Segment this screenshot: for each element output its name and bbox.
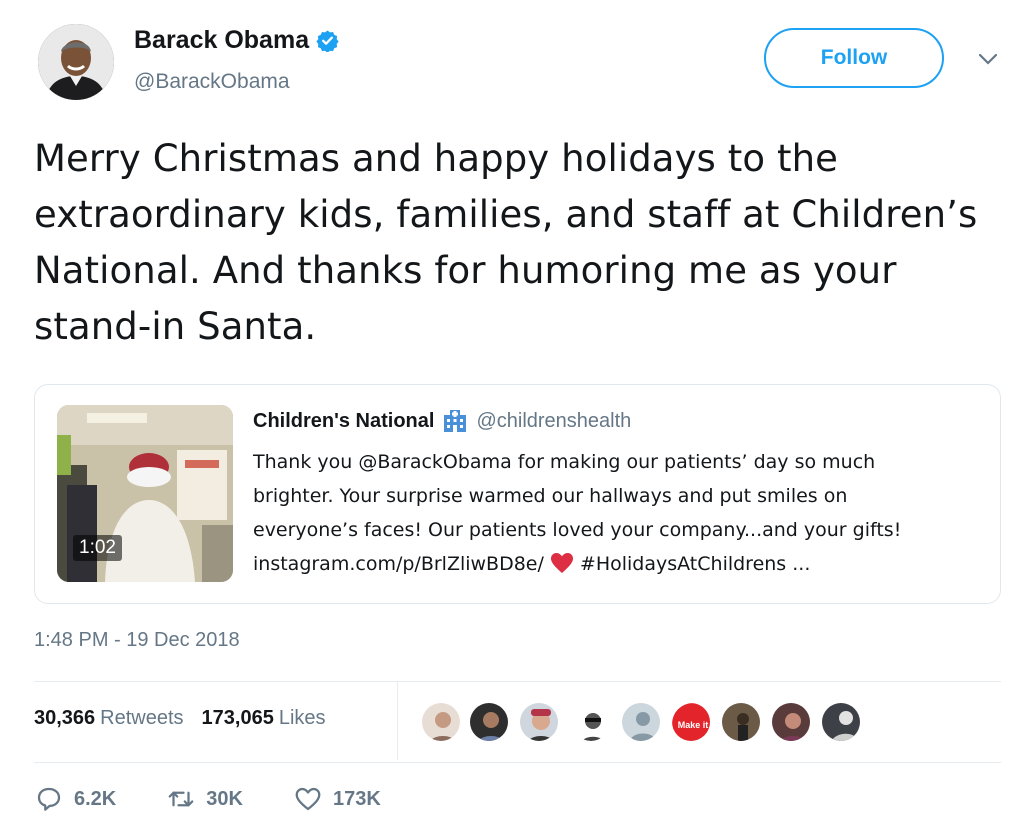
chevron-down-icon[interactable]	[976, 50, 1000, 68]
divider	[34, 762, 1001, 763]
reply-icon	[37, 787, 61, 811]
liker-avatar[interactable]	[518, 701, 560, 743]
retweet-count[interactable]: 30,366	[34, 707, 95, 730]
like-action-count: 173K	[332, 787, 381, 810]
quoted-name[interactable]: Children's National	[253, 410, 434, 433]
quoted-hashtag[interactable]: #HolidaysAtChildrens ...	[580, 553, 810, 575]
reply-button[interactable]: 6.2K	[34, 784, 116, 814]
like-label[interactable]: Likes	[279, 707, 326, 730]
liker-avatar[interactable]	[720, 701, 762, 743]
author-avatar[interactable]	[38, 24, 114, 100]
liker-avatar[interactable]	[620, 701, 662, 743]
quoted-tweet[interactable]: 1:02 Children's National @childrenshealt…	[34, 384, 1001, 604]
liker-avatar[interactable]	[820, 701, 862, 743]
video-duration: 1:02	[73, 535, 122, 561]
tweet-timestamp[interactable]: 1:48 PM - 19 Dec 2018	[34, 629, 240, 652]
svg-text:Make it: Make it	[678, 720, 709, 730]
quoted-line: brighter. Your surprise warmed our hallw…	[253, 485, 848, 507]
quoted-handle[interactable]: @childrenshealth	[476, 410, 631, 433]
red-heart-icon	[550, 553, 573, 573]
author-name-row: Barack Obama	[134, 26, 339, 55]
video-thumbnail[interactable]: 1:02	[57, 405, 233, 582]
divider	[34, 681, 1001, 682]
retweet-icon	[168, 791, 194, 807]
quoted-line: everyone’s faces! Our patients loved you…	[253, 519, 902, 541]
quoted-body: Thank you @BarackObama for making our pa…	[253, 445, 993, 581]
quoted-link[interactable]: instagram.com/p/BrlZliwBD8e/	[253, 553, 544, 575]
like-count[interactable]: 173,065	[202, 707, 274, 730]
retweet-button[interactable]: 30K	[166, 784, 243, 814]
liker-avatar[interactable]	[570, 701, 612, 743]
follow-button[interactable]: Follow	[764, 28, 944, 88]
liker-avatar[interactable]	[770, 701, 812, 743]
heart-icon	[295, 787, 321, 811]
author-handle[interactable]: @BarackObama	[134, 70, 290, 94]
quoted-header: Children's National @childrenshealth	[253, 409, 631, 433]
author-name[interactable]: Barack Obama	[134, 26, 309, 55]
quoted-last-line: instagram.com/p/BrlZliwBD8e/ #HolidaysAtC…	[253, 547, 993, 581]
tweet-text: Merry Christmas and happy holidays to th…	[34, 137, 978, 348]
liker-avatar[interactable]	[420, 701, 462, 743]
stats-separator	[397, 682, 398, 760]
retweet-label[interactable]: Retweets	[100, 707, 183, 730]
liker-avatar[interactable]: Make it	[670, 701, 712, 743]
retweet-action-count: 30K	[206, 787, 243, 810]
like-button[interactable]: 173K	[293, 784, 381, 814]
hospital-icon	[444, 410, 467, 432]
liker-avatar[interactable]	[468, 701, 510, 743]
engagement-stats: 30,366 Retweets 173,065 Likes	[34, 707, 344, 730]
tweet-actions: 6.2K 30K 173K	[34, 784, 431, 814]
reply-count: 6.2K	[74, 787, 117, 810]
tweet-header: Barack Obama @BarackObama Follow	[38, 22, 998, 106]
quoted-line: Thank you @BarackObama for making our pa…	[253, 451, 876, 473]
verified-badge-icon	[316, 30, 339, 52]
